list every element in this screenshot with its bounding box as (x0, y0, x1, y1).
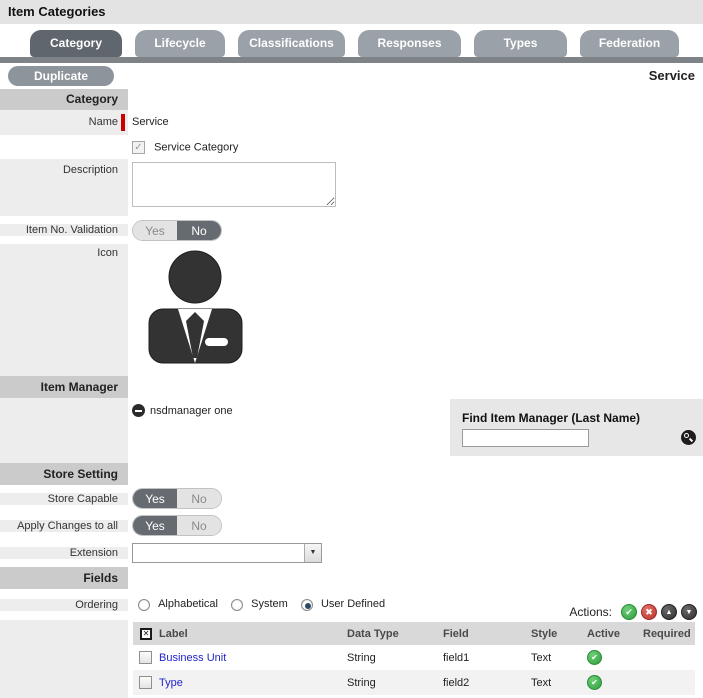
remove-manager-icon[interactable] (132, 404, 145, 417)
select-all-icon[interactable]: ✕ (140, 627, 152, 640)
ordering-row: Ordering Alphabetical System User Define… (0, 589, 703, 621)
extension-row: Extension ▼ (0, 539, 703, 567)
table-row: Type String field2 Text ✔ (133, 670, 695, 695)
description-label: Description (0, 159, 128, 216)
field-link[interactable]: Type (159, 677, 183, 689)
tab-classifications[interactable]: Classifications (238, 30, 345, 57)
description-textarea[interactable] (132, 162, 336, 207)
toolbar: Duplicate Service (0, 63, 703, 89)
row-checkbox[interactable] (138, 651, 152, 664)
extension-label: Extension (0, 547, 128, 559)
tab-category[interactable]: Category (30, 30, 122, 57)
item-manager-row: nsdmanager one Find Item Manager (Last N… (0, 398, 703, 463)
active-check-icon: ✔ (587, 650, 602, 665)
actions-bar: Actions: ✔ ✖ ▲ ▼ (569, 604, 697, 621)
item-no-validation-toggle[interactable]: Yes No (132, 219, 222, 241)
fields-table: ✕ Label Data Type Field Style Active Req… (133, 622, 695, 695)
tab-lifecycle[interactable]: Lifecycle (135, 30, 225, 57)
cell-data-type: String (347, 676, 376, 689)
ordering-radio-system[interactable] (231, 598, 244, 611)
find-item-manager-panel: Find Item Manager (Last Name) (450, 399, 703, 456)
tab-types[interactable]: Types (474, 30, 567, 57)
category-section-header: Category (0, 89, 703, 110)
tab-bar: Category Lifecycle Classifications Respo… (0, 24, 703, 57)
col-header-required: Required (643, 627, 691, 640)
category-section-label: Category (0, 89, 128, 110)
row-checkbox[interactable] (138, 676, 152, 689)
col-header-active: Active (587, 627, 621, 640)
ordering-option-label[interactable]: System (251, 599, 288, 611)
item-no-validation-row: Item No. Validation Yes No (0, 216, 703, 244)
name-row: Name Service (0, 110, 703, 135)
store-capable-label: Store Capable (0, 492, 128, 505)
delete-icon[interactable]: ✖ (641, 604, 657, 621)
item-manager-section-header: Item Manager (0, 376, 703, 398)
cell-style: Text (531, 651, 552, 664)
apply-changes-row: Apply Changes to all Yes No (0, 512, 703, 539)
page-title: Item Categories (0, 0, 703, 24)
ordering-radio-user-defined[interactable] (300, 598, 313, 611)
apply-changes-toggle[interactable]: Yes No (132, 515, 222, 536)
actions-label: Actions: (569, 605, 612, 620)
toggle-no-option[interactable]: No (177, 489, 221, 508)
active-check-icon: ✔ (587, 675, 602, 690)
duplicate-button[interactable]: Duplicate (8, 66, 114, 86)
store-capable-toggle[interactable]: Yes No (132, 488, 222, 509)
table-row: Business Unit String field1 Text ✔ (133, 645, 695, 670)
toggle-yes-option[interactable]: Yes (133, 516, 177, 535)
context-name: Service (648, 68, 695, 83)
service-category-label: Service Category (154, 140, 239, 153)
name-label: Name (0, 110, 128, 135)
business-person-icon (148, 250, 243, 364)
store-setting-section-header: Store Setting (0, 463, 703, 485)
icon-row: Icon (0, 244, 703, 376)
move-down-icon[interactable]: ▼ (681, 604, 697, 621)
icon-label: Icon (0, 244, 128, 376)
store-setting-section-label: Store Setting (0, 463, 128, 485)
fields-table-header: ✕ Label Data Type Field Style Active Req… (133, 622, 695, 645)
description-row: Description (0, 159, 703, 216)
ordering-radio-alphabetical[interactable] (138, 598, 150, 611)
item-manager-section-label: Item Manager (0, 376, 128, 398)
col-header-data-type: Data Type (347, 627, 399, 640)
cell-data-type: String (347, 651, 376, 664)
item-no-validation-label: Item No. Validation (0, 224, 128, 236)
fields-table-area: ✕ Label Data Type Field Style Active Req… (0, 620, 703, 698)
ordering-option-label[interactable]: Alphabetical (158, 599, 218, 611)
store-capable-row: Store Capable Yes No (0, 485, 703, 512)
tab-responses[interactable]: Responses (358, 30, 461, 57)
find-item-manager-label: Find Item Manager (Last Name) (462, 411, 641, 425)
manager-name: nsdmanager one (150, 404, 233, 417)
cell-field: field1 (443, 651, 470, 664)
toggle-yes-option[interactable]: Yes (133, 489, 177, 508)
ordering-label: Ordering (0, 598, 128, 611)
search-icon[interactable] (681, 430, 696, 445)
cell-style: Text (531, 676, 552, 689)
find-item-manager-input[interactable] (462, 429, 589, 447)
fields-section-header: Fields (0, 567, 703, 589)
toggle-yes-option[interactable]: Yes (133, 220, 177, 240)
col-header-style: Style (531, 627, 558, 640)
col-header-field: Field (443, 627, 469, 640)
service-category-checkbox[interactable]: ✓ (132, 140, 145, 154)
tab-federation[interactable]: Federation (580, 30, 679, 57)
field-link[interactable]: Business Unit (159, 652, 226, 664)
toggle-no-option[interactable]: No (177, 516, 221, 535)
cell-field: field2 (443, 676, 470, 689)
service-category-row: ✓ Service Category (0, 135, 703, 159)
activate-icon[interactable]: ✔ (621, 604, 637, 621)
toggle-no-option[interactable]: No (177, 220, 221, 240)
extension-select[interactable]: ▼ (132, 543, 322, 563)
required-indicator (121, 114, 125, 131)
move-up-icon[interactable]: ▲ (661, 604, 677, 621)
name-value: Service (132, 116, 169, 128)
apply-changes-label: Apply Changes to all (0, 519, 128, 532)
ordering-option-label[interactable]: User Defined (321, 599, 385, 611)
fields-section-label: Fields (0, 567, 128, 589)
chevron-down-icon[interactable]: ▼ (304, 544, 321, 562)
col-header-label: Label (159, 627, 188, 640)
